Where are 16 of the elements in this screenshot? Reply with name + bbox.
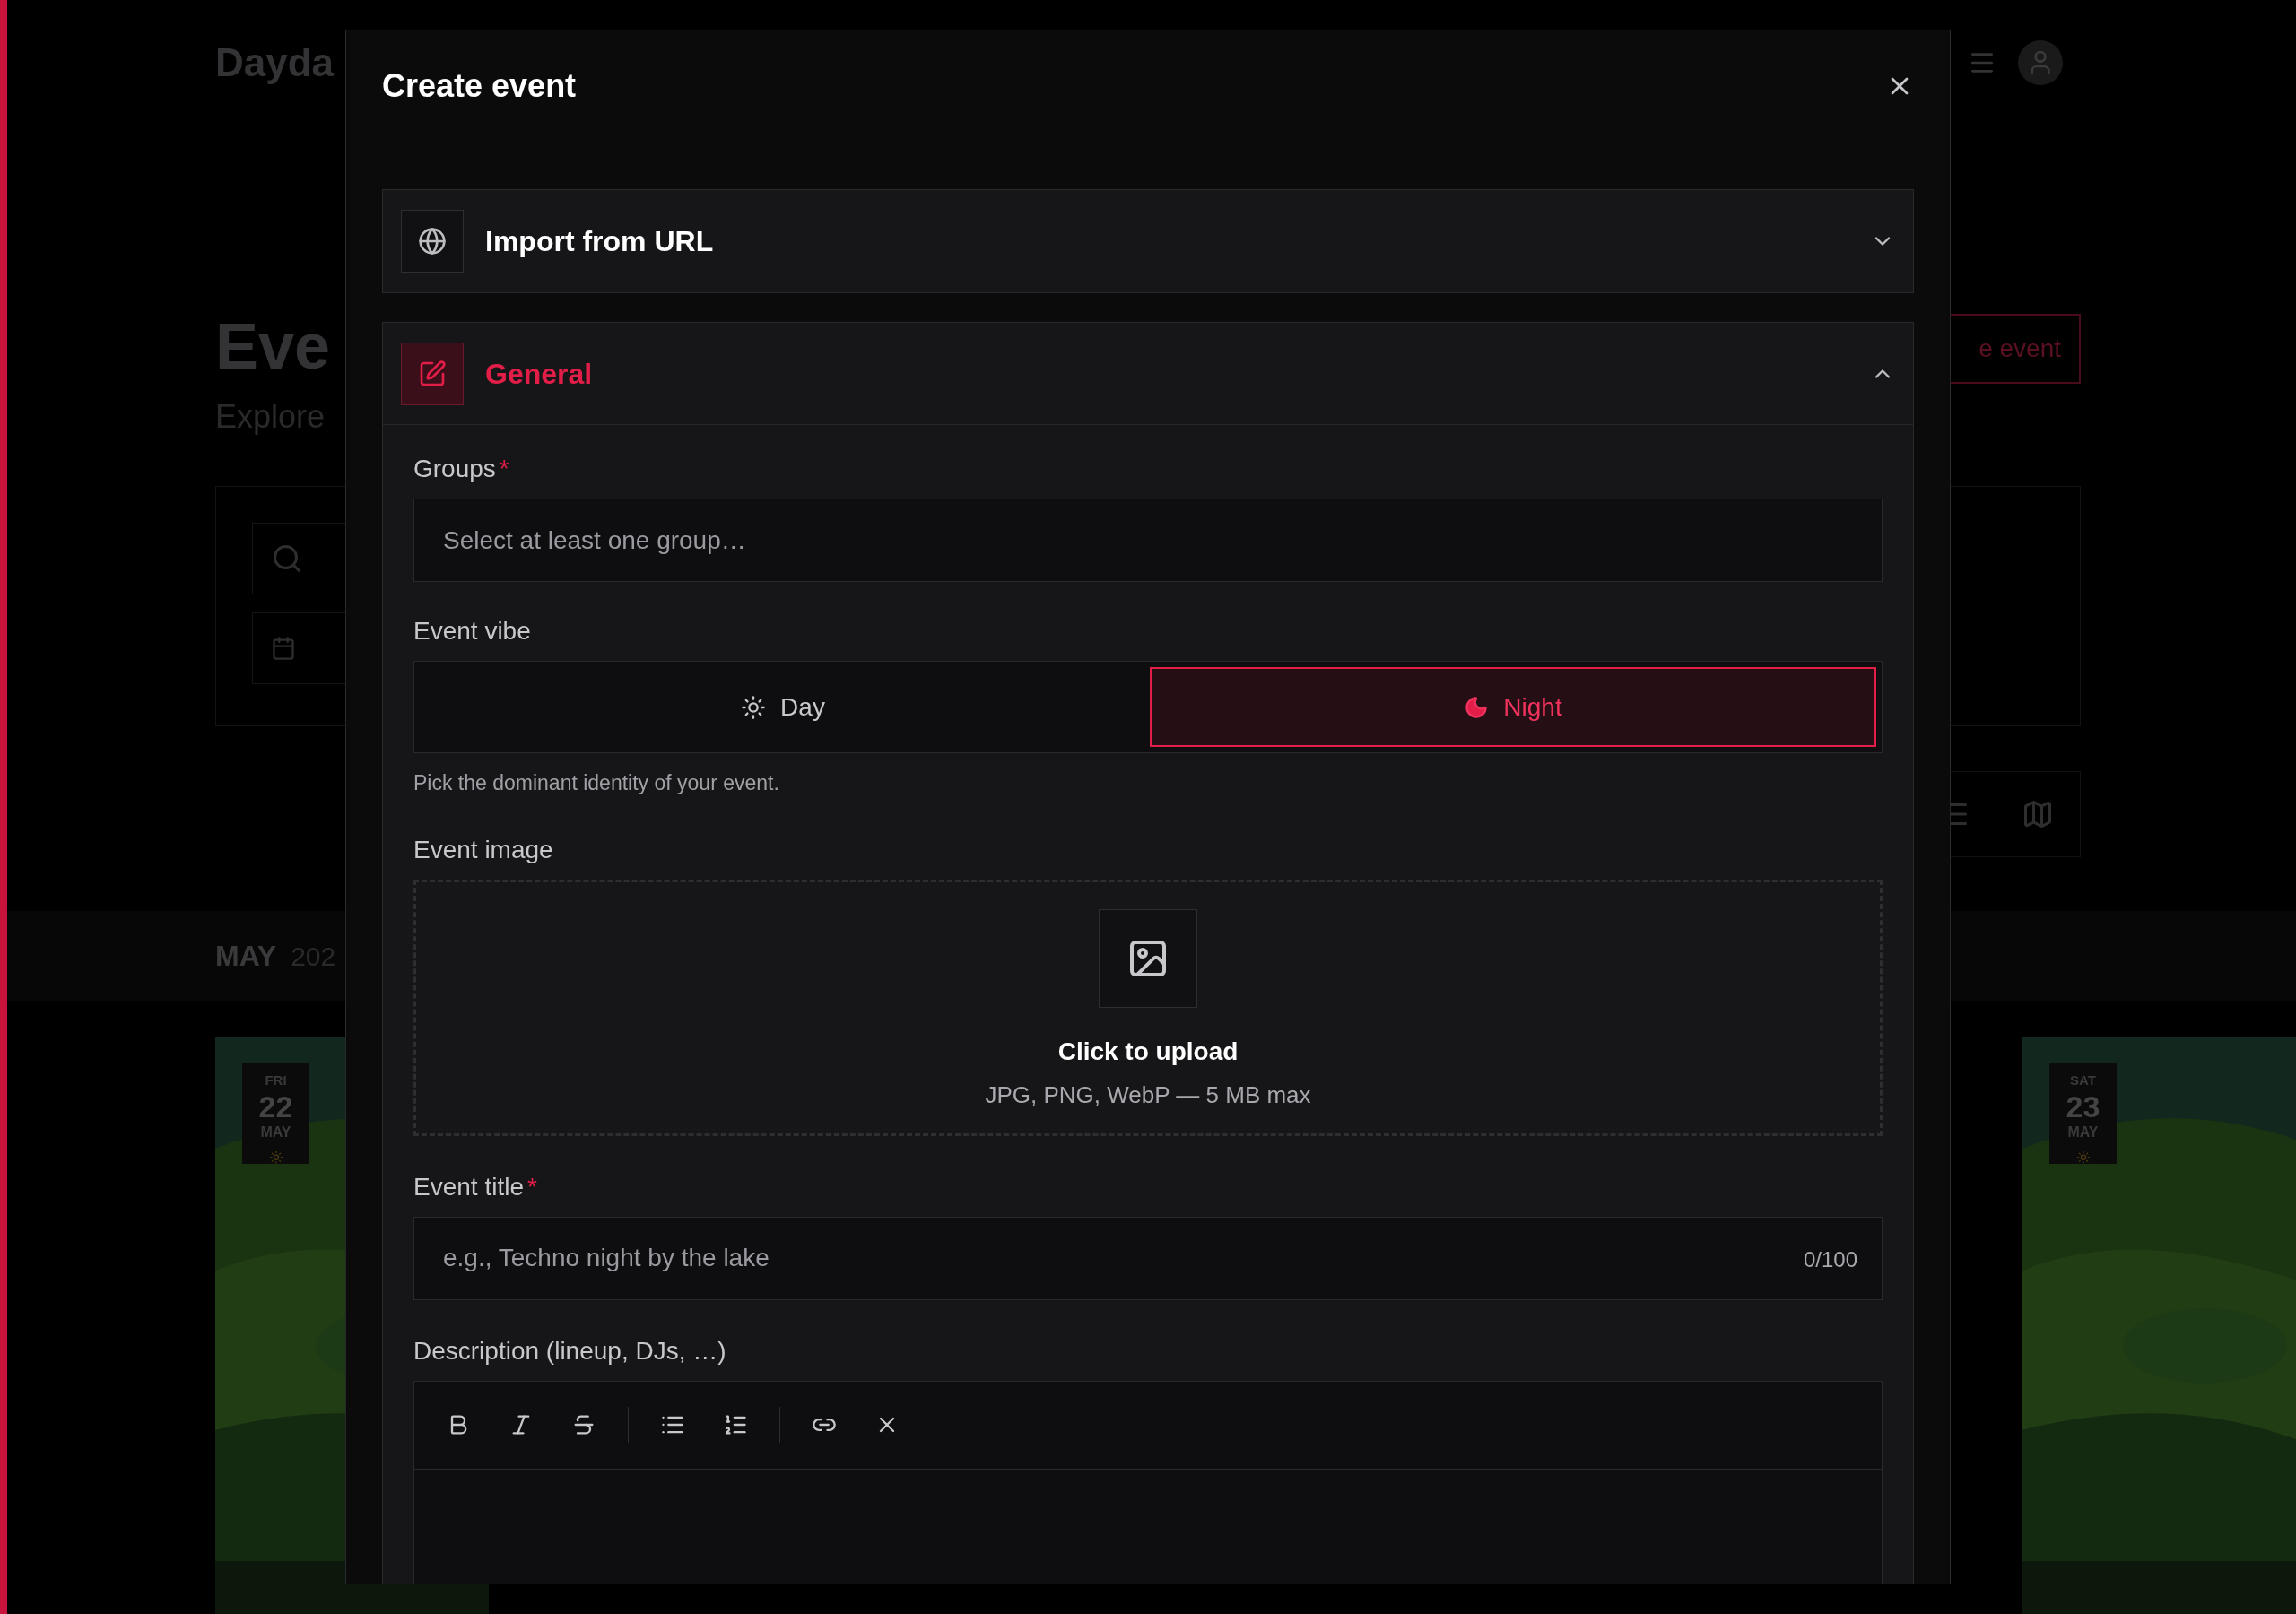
day-number: 22: [258, 1090, 293, 1122]
dialog-title: Create event: [382, 66, 577, 106]
field-label: Description (lineup, DJs, …): [413, 1335, 726, 1367]
required-mark: *: [526, 1171, 537, 1202]
field-label: Event title: [413, 1171, 524, 1202]
required-mark: *: [499, 454, 509, 484]
field-label: Event vibe: [413, 616, 531, 646]
character-counter: 0/100: [1803, 1245, 1857, 1273]
day-number: 23: [2066, 1090, 2100, 1122]
upload-title: Click to upload: [1057, 1036, 1239, 1067]
section-title: General: [485, 356, 594, 392]
field-label: Groups: [413, 454, 496, 484]
help-text: Pick the dominant identity of your event.: [413, 770, 780, 796]
field-label: Event image: [413, 834, 553, 865]
upload-hint: JPG, PNG, WebP — 5 MB max: [985, 1080, 1311, 1110]
section-title: Import from URL: [485, 224, 715, 259]
